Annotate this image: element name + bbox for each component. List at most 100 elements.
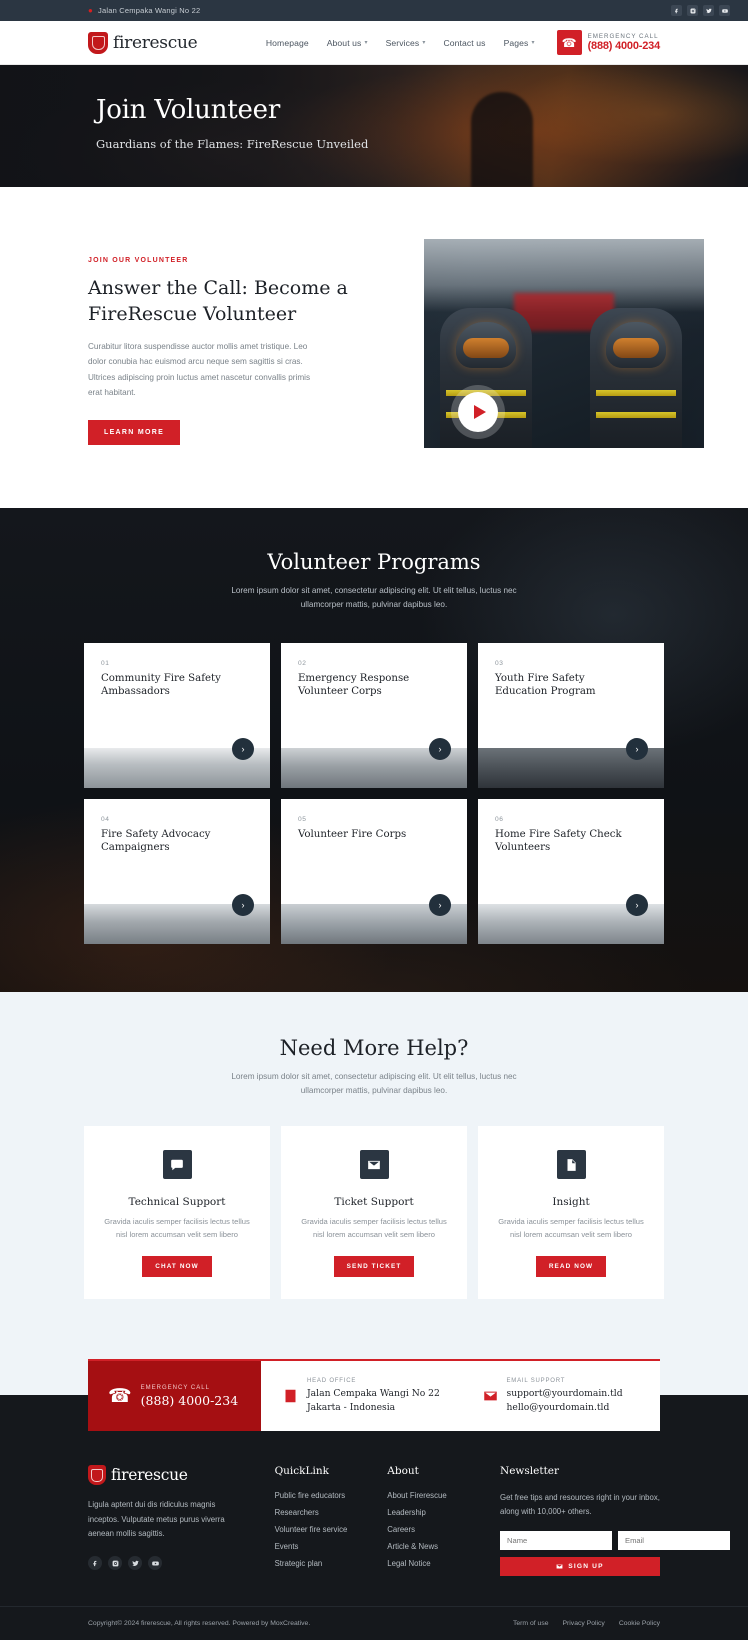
program-title: Fire Safety Advocacy Campaigners xyxy=(101,828,211,854)
emergency-number: (888) 4000-234 xyxy=(587,40,661,52)
facebook-icon[interactable] xyxy=(671,5,682,16)
envelope-icon xyxy=(359,1150,389,1180)
help-card-text: Gravida iaculis semper facilisis lectus … xyxy=(301,1217,447,1240)
program-number: 01 xyxy=(101,659,110,667)
newsletter-name-input[interactable] xyxy=(500,1531,612,1551)
contact-strip: ☎ EMERGENCY CALL (888) 4000-234 HEAD OFF… xyxy=(88,1359,660,1432)
youtube-icon[interactable] xyxy=(719,5,730,16)
contact-emergency-block[interactable]: ☎ EMERGENCY CALL (888) 4000-234 xyxy=(88,1361,261,1432)
copyright-text: Copyright© 2024 firerescue, All rights r… xyxy=(88,1620,311,1628)
about-paragraph: Curabitur litora suspendisse auctor moll… xyxy=(88,342,311,397)
reflective-stripe xyxy=(596,390,676,396)
main-navigation: firerescue Homepage About us ▾ Services ▾ … xyxy=(0,21,748,65)
quicklink-item[interactable]: Strategic plan xyxy=(275,1559,388,1568)
learn-more-button[interactable]: LEARN MORE xyxy=(88,419,181,445)
helmet-icon xyxy=(456,322,516,368)
nav-item-contact-us[interactable]: Contact us xyxy=(443,38,485,48)
about-item[interactable]: About Firerescue xyxy=(387,1491,500,1500)
signup-label: SIGN UP xyxy=(568,1563,604,1571)
read-now-button[interactable]: READ NOW xyxy=(535,1256,607,1278)
about-heading: Answer the Call: Become a FireRescue Vol… xyxy=(88,277,348,325)
program-card[interactable]: 04 Fire Safety Advocacy Campaigners › xyxy=(84,798,270,944)
nav-label: Contact us xyxy=(443,37,486,48)
help-title: Need More Help? xyxy=(279,1035,469,1060)
program-number: 04 xyxy=(101,815,110,823)
about-heading: About xyxy=(387,1465,419,1478)
envelope-icon xyxy=(556,1564,563,1569)
chevron-right-icon[interactable]: › xyxy=(232,737,254,760)
shield-logo-icon xyxy=(88,1465,106,1486)
footer-newsletter-column: Newsletter Get free tips and resources r… xyxy=(500,1465,730,1577)
chevron-right-icon[interactable]: › xyxy=(626,893,648,916)
quicklink-item[interactable]: Researchers xyxy=(275,1508,388,1517)
chevron-down-icon: ▾ xyxy=(364,40,368,46)
nav-item-homepage[interactable]: Homepage xyxy=(266,38,309,48)
location-pin-icon: ● xyxy=(88,5,94,15)
footer-brand-name: firerescue xyxy=(111,1466,188,1485)
nav-label: Pages xyxy=(503,37,529,48)
newsletter-text: Get free tips and resources right in you… xyxy=(500,1493,660,1517)
program-card[interactable]: 02 Emergency Response Volunteer Corps › xyxy=(281,642,467,788)
chevron-right-icon[interactable]: › xyxy=(429,893,451,916)
instagram-icon[interactable] xyxy=(687,5,698,16)
send-ticket-button[interactable]: SEND TICKET xyxy=(333,1256,415,1278)
newsletter-email-input[interactable] xyxy=(618,1531,730,1551)
quicklink-item[interactable]: Volunteer fire service xyxy=(275,1525,388,1534)
address-text: Jalan Cempaka Wangi No 22 xyxy=(98,6,201,15)
site-logo[interactable]: firerescue xyxy=(88,31,198,54)
program-number: 05 xyxy=(298,815,307,823)
chevron-right-icon[interactable]: › xyxy=(232,893,254,916)
chat-now-button[interactable]: CHAT NOW xyxy=(142,1256,212,1278)
program-card[interactable]: 06 Home Fire Safety Check Volunteers › xyxy=(478,798,664,944)
chevron-right-icon[interactable]: › xyxy=(429,737,451,760)
newsletter-signup-button[interactable]: SIGN UP xyxy=(500,1557,660,1577)
help-card-title: Insight xyxy=(552,1196,590,1209)
program-card[interactable]: 01 Community Fire Safety Ambassadors › xyxy=(84,642,270,788)
program-title: Home Fire Safety Check Volunteers xyxy=(495,828,622,854)
newsletter-heading: Newsletter xyxy=(500,1465,560,1478)
emergency-call-button[interactable]: ☎ EMERGENCY CALL (888) 4000-234 xyxy=(556,30,661,55)
quicklink-item[interactable]: Public fire educators xyxy=(275,1491,388,1500)
cookie-policy-link[interactable]: Cookie Policy xyxy=(619,1620,660,1627)
help-card-insight: Insight Gravida iaculis semper facilisis… xyxy=(478,1126,664,1300)
office-label: HEAD OFFICE xyxy=(307,1377,357,1384)
about-item[interactable]: Careers xyxy=(387,1525,500,1534)
program-card[interactable]: 05 Volunteer Fire Corps › xyxy=(281,798,467,944)
nav-item-pages[interactable]: Pages ▾ xyxy=(504,38,535,48)
facebook-icon[interactable] xyxy=(88,1556,102,1571)
twitter-icon[interactable] xyxy=(128,1556,142,1571)
emergency-label: EMERGENCY CALL xyxy=(140,1384,210,1391)
instagram-icon[interactable] xyxy=(108,1556,122,1571)
office-line-1: Jalan Cempaka Wangi No 22 xyxy=(307,1387,440,1399)
program-card[interactable]: 03 Youth Fire Safety Education Program › xyxy=(478,642,664,788)
term-of-use-link[interactable]: Term of use xyxy=(513,1620,549,1627)
about-item[interactable]: Leadership xyxy=(387,1508,500,1517)
email-line-1[interactable]: support@yourdomain.tld xyxy=(507,1387,623,1401)
brand-name: firerescue xyxy=(113,32,198,53)
about-video-thumbnail[interactable] xyxy=(424,239,704,448)
nav-label: Services xyxy=(385,37,420,48)
chat-bubble-icon xyxy=(162,1150,192,1180)
nav-item-services[interactable]: Services ▾ xyxy=(386,38,426,48)
twitter-icon[interactable] xyxy=(703,5,714,16)
contact-office-block: HEAD OFFICE Jalan Cempaka Wangi No 22 Ja… xyxy=(261,1361,461,1431)
help-card-title: Technical Support xyxy=(128,1196,226,1209)
youtube-icon[interactable] xyxy=(148,1556,162,1571)
chevron-right-icon[interactable]: › xyxy=(626,737,648,760)
program-title: Community Fire Safety Ambassadors xyxy=(101,672,221,698)
email-line-2[interactable]: hello@yourdomain.tld xyxy=(507,1401,623,1415)
help-subtitle: Lorem ipsum dolor sit amet, consectetur … xyxy=(231,1071,517,1096)
about-item[interactable]: Article & News xyxy=(387,1542,500,1551)
help-card-technical-support: Technical Support Gravida iaculis semper… xyxy=(84,1126,270,1300)
footer-logo[interactable]: firerescue xyxy=(88,1465,275,1486)
program-title: Youth Fire Safety Education Program xyxy=(495,672,596,698)
emergency-number: (888) 4000-234 xyxy=(140,1392,239,1408)
contact-strip-wrapper: ☎ EMERGENCY CALL (888) 4000-234 HEAD OFF… xyxy=(0,1359,748,1432)
helmet-icon xyxy=(606,322,666,368)
privacy-policy-link[interactable]: Privacy Policy xyxy=(563,1620,605,1627)
nav-item-about-us[interactable]: About us ▾ xyxy=(327,38,368,48)
quicklink-item[interactable]: Events xyxy=(275,1542,388,1551)
play-button[interactable] xyxy=(458,392,498,432)
hero-banner: Join Volunteer Guardians of the Flames: … xyxy=(0,65,748,187)
about-item[interactable]: Legal Notice xyxy=(387,1559,500,1568)
